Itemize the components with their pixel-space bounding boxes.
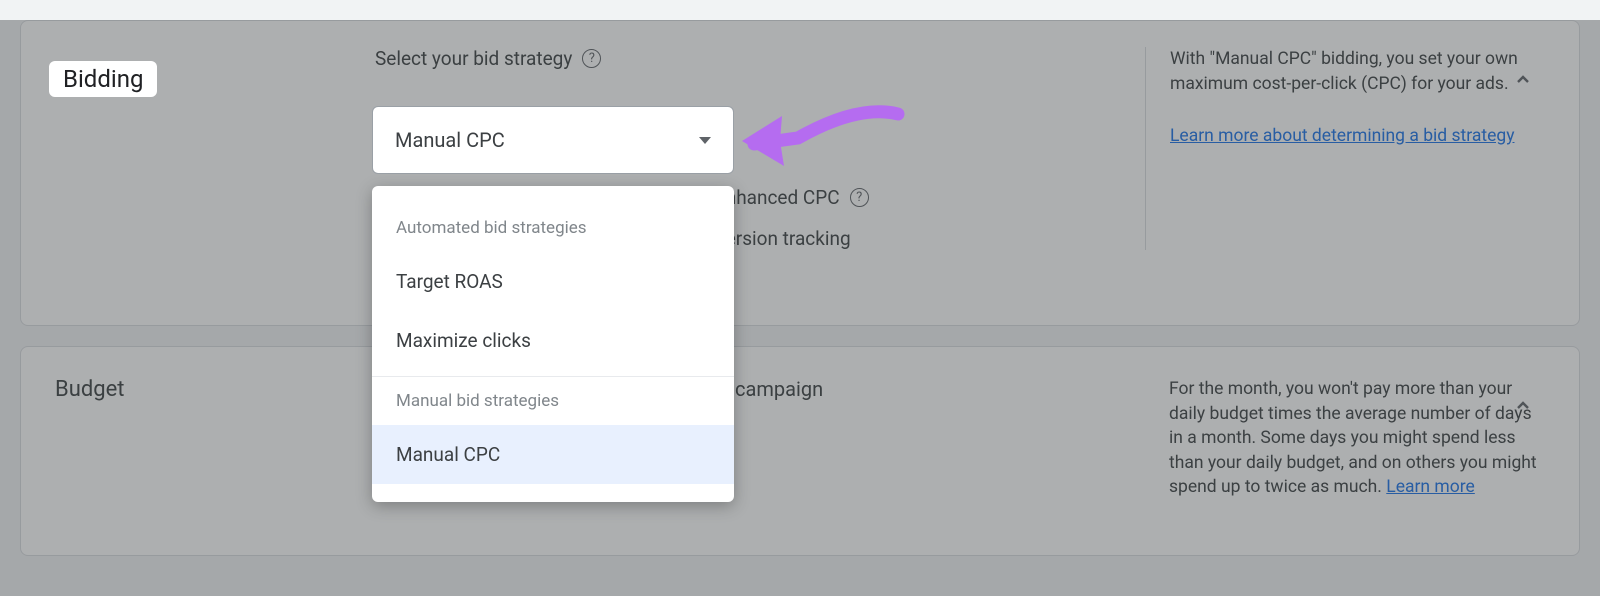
dropdown-item-maximize-clicks[interactable]: Maximize clicks — [372, 311, 734, 370]
help-icon[interactable]: ? — [850, 188, 869, 207]
dropdown-group-manual: Manual bid strategies — [372, 377, 734, 425]
budget-mid-text: campaign — [735, 377, 823, 401]
collapse-icon[interactable] — [1509, 65, 1537, 93]
bidding-title: Bidding — [49, 61, 157, 97]
dropdown-item-target-roas[interactable]: Target ROAS — [372, 252, 734, 311]
annotation-arrow — [738, 94, 918, 184]
bid-strategy-selected-value: Manual CPC — [395, 128, 505, 152]
bid-strategy-select[interactable]: Manual CPC — [372, 106, 734, 174]
bid-strategy-label: Select your bid strategy ? — [375, 47, 1145, 70]
bidding-learn-more-link[interactable]: Learn more about determining a bid strat… — [1170, 126, 1514, 146]
collapse-icon[interactable] — [1509, 391, 1537, 419]
budget-info-text: For the month, you won't pay more than y… — [1169, 379, 1537, 497]
budget-learn-more-link[interactable]: Learn more — [1386, 477, 1475, 497]
dropdown-item-manual-cpc[interactable]: Manual CPC — [372, 425, 734, 484]
chevron-down-icon — [699, 137, 711, 144]
budget-card: Budget campaign For the month, you won't… — [20, 346, 1580, 556]
dropdown-group-automated: Automated bid strategies — [372, 204, 734, 252]
bidding-info-text: With "Manual CPC" bidding, you set your … — [1170, 47, 1545, 96]
help-icon[interactable]: ? — [582, 49, 601, 68]
bid-strategy-dropdown: Automated bid strategies Target ROAS Max… — [372, 186, 734, 502]
budget-title: Budget — [55, 377, 124, 402]
